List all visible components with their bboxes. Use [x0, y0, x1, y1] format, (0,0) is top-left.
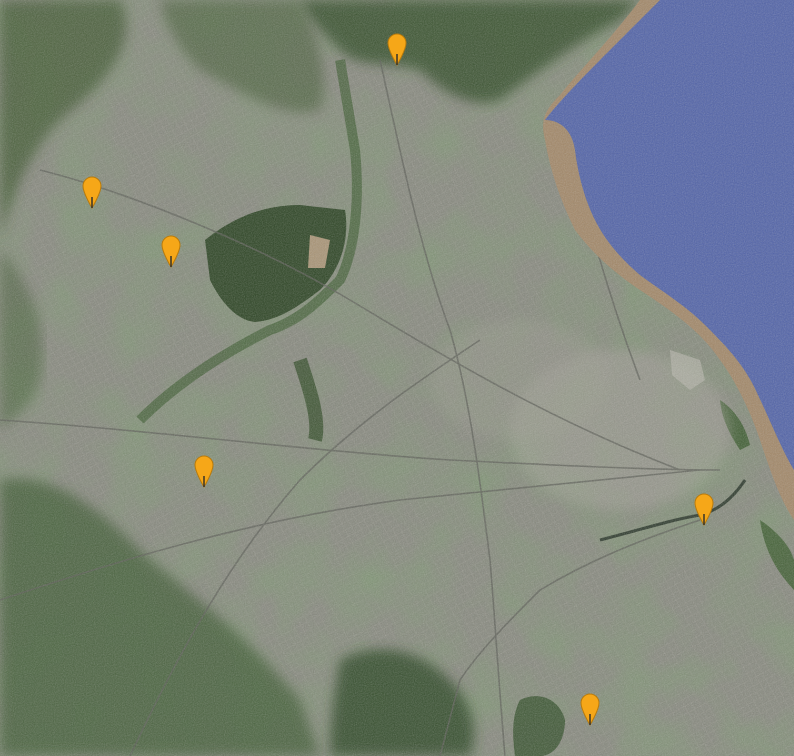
map-pin-icon [387, 33, 407, 66]
satellite-imagery [0, 0, 794, 756]
map-pin-icon [82, 176, 102, 209]
marker-5[interactable] [693, 492, 715, 526]
map-pin-icon [694, 493, 714, 526]
marker-1[interactable] [386, 32, 408, 66]
marker-3[interactable] [160, 234, 182, 268]
marker-4[interactable] [193, 454, 215, 488]
map-pin-icon [194, 455, 214, 488]
marker-2[interactable] [81, 175, 103, 209]
map-pin-icon [161, 235, 181, 268]
marker-6[interactable] [579, 692, 601, 726]
satellite-map[interactable] [0, 0, 794, 756]
map-pin-icon [580, 693, 600, 726]
